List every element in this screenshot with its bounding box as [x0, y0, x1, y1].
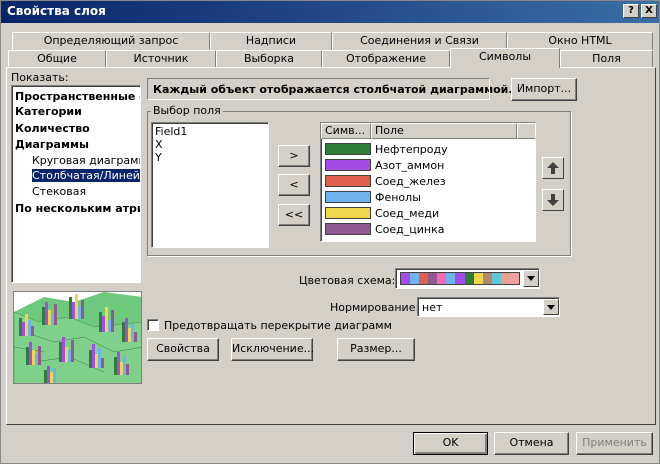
help-button[interactable]: ?	[623, 4, 639, 18]
ok-button[interactable]: OK	[413, 432, 488, 455]
tab-selection[interactable]: Выборка	[216, 50, 322, 68]
color-ramp-segment	[410, 273, 420, 284]
normalization-select[interactable]: нет	[417, 297, 560, 317]
close-button[interactable]: X	[641, 4, 657, 18]
tab-general[interactable]: Общие	[8, 50, 106, 68]
import-button[interactable]: Импорт...	[511, 78, 577, 101]
add-field-button[interactable]: >	[278, 145, 310, 167]
remove-field-button[interactable]: <	[278, 174, 310, 196]
tab-fields[interactable]: Поля	[560, 50, 653, 68]
color-ramp-segment	[491, 273, 501, 284]
color-ramp-segment	[482, 273, 492, 284]
color-swatch[interactable]	[325, 207, 371, 219]
properties-button[interactable]: Свойства	[147, 338, 219, 361]
arrow-up-icon	[547, 162, 559, 174]
tab-definition-query[interactable]: Определяющий запрос	[12, 32, 210, 50]
preview-map-image	[13, 291, 142, 384]
symbology-panel: Показать: Пространственные объекты Катег…	[6, 67, 656, 425]
tree-item-pie[interactable]: Круговая диаграмма	[32, 154, 140, 167]
tab-symbology[interactable]: Символы	[450, 48, 560, 68]
normalization-label: Нормирование:	[330, 301, 420, 314]
table-row[interactable]: Фенолы	[321, 189, 535, 205]
title-bar: Свойства слоя ? X	[1, 1, 659, 23]
tree-item-stacked[interactable]: Стековая	[32, 185, 86, 198]
column-header-symbol[interactable]: Симв...	[321, 123, 371, 139]
field-name: Нефтепроду	[375, 143, 448, 156]
table-row[interactable]: Соед_меди	[321, 205, 535, 221]
table-row[interactable]: Соед_цинка	[321, 221, 535, 237]
field-name: Соед_желез	[375, 175, 446, 188]
color-ramp-segment	[500, 273, 510, 284]
apply-button[interactable]: Применить	[576, 432, 653, 455]
tree-item-features[interactable]: Пространственные объекты	[15, 90, 140, 103]
color-swatch[interactable]	[325, 191, 371, 203]
color-swatch[interactable]	[325, 143, 371, 155]
size-button[interactable]: Размер...	[337, 338, 415, 361]
color-ramp	[400, 272, 520, 285]
available-field-item[interactable]: X	[155, 138, 163, 151]
tree-item-multiple-attributes[interactable]: По нескольким атрибутам	[15, 202, 140, 215]
show-label: Показать:	[11, 71, 69, 84]
field-selection-label: Выбор поля	[151, 104, 223, 117]
normalization-value: нет	[422, 301, 443, 314]
color-scheme-select[interactable]	[395, 268, 540, 289]
table-row[interactable]: Соед_желез	[321, 173, 535, 189]
column-header-extra	[517, 123, 535, 139]
window-title: Свойства слоя	[7, 4, 106, 18]
chevron-down-icon	[547, 304, 555, 310]
available-field-item[interactable]: Y	[155, 151, 162, 164]
available-fields-list[interactable]: Field1 X Y	[151, 122, 269, 248]
exclusion-button[interactable]: Исключение...	[231, 338, 314, 361]
move-up-button[interactable]	[542, 157, 564, 179]
table-row[interactable]: Азот_аммон	[321, 157, 535, 173]
cancel-button[interactable]: Отмена	[494, 432, 569, 455]
column-header-field[interactable]: Поле	[371, 123, 517, 139]
color-swatch[interactable]	[325, 223, 371, 235]
field-name: Соед_меди	[375, 207, 440, 220]
selected-fields-table[interactable]: Симв... Поле Нефтепроду Азот_аммон Соед_…	[320, 122, 536, 242]
prevent-overlap-checkbox[interactable]	[147, 319, 159, 331]
color-ramp-segment	[455, 273, 465, 284]
prevent-overlap-label: Предотвращать перекрытие диаграмм	[164, 319, 392, 332]
remove-all-fields-button[interactable]: <<	[278, 204, 310, 226]
color-ramp-segment	[401, 273, 411, 284]
show-tree[interactable]: Пространственные объекты Категории Колич…	[11, 85, 141, 283]
tree-item-charts[interactable]: Диаграммы	[15, 138, 89, 151]
tree-item-bar[interactable]: Столбчатая/Линейчатая	[32, 169, 140, 182]
color-ramp-segment	[446, 273, 456, 284]
table-row[interactable]: Нефтепроду	[321, 141, 535, 157]
move-down-button[interactable]	[542, 189, 564, 211]
tree-item-categories[interactable]: Категории	[15, 105, 82, 118]
color-ramp-segment	[509, 273, 520, 284]
available-field-item[interactable]: Field1	[155, 125, 187, 138]
field-name: Азот_аммон	[375, 159, 445, 172]
color-scheme-label: Цветовая схема:	[299, 274, 396, 287]
layer-properties-dialog: Свойства слоя ? X Определяющий запрос На…	[0, 0, 660, 464]
arrow-down-icon	[547, 194, 559, 206]
tab-source[interactable]: Источник	[106, 50, 216, 68]
color-ramp-segment	[464, 273, 474, 284]
tab-display[interactable]: Отображение	[322, 50, 450, 68]
color-swatch[interactable]	[325, 159, 371, 171]
color-ramp-segment	[428, 273, 438, 284]
field-name: Соед_цинка	[375, 223, 445, 236]
color-ramp-segment	[437, 273, 447, 284]
tree-item-quantities[interactable]: Количество	[15, 122, 90, 135]
chevron-down-icon	[527, 276, 535, 281]
color-ramp-segment	[473, 273, 483, 284]
tab-labels[interactable]: Надписи	[210, 32, 332, 50]
color-scheme-dropdown-button[interactable]	[523, 270, 539, 287]
description-frame	[147, 78, 490, 100]
color-ramp-segment	[419, 273, 429, 284]
field-name: Фенолы	[375, 191, 421, 204]
normalization-dropdown-button[interactable]	[543, 299, 559, 315]
color-swatch[interactable]	[325, 175, 371, 187]
